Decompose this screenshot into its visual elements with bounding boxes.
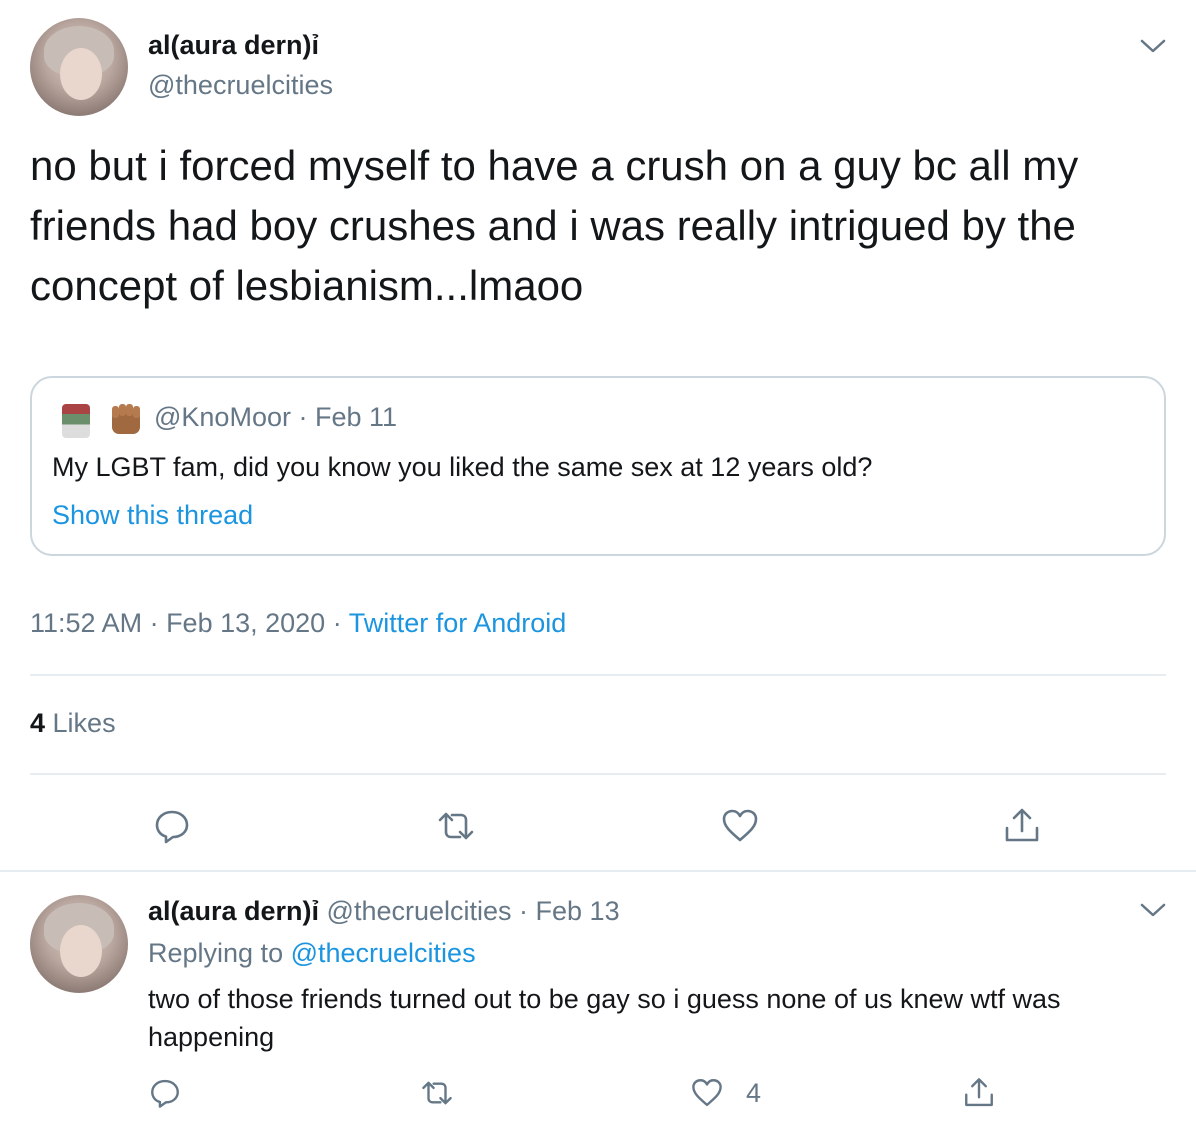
likes-number: 4: [30, 708, 46, 738]
author-display-name[interactable]: al(aura dern)ỉ: [148, 30, 319, 61]
source-link[interactable]: Twitter for Android: [349, 608, 567, 638]
raised-fist-icon: [112, 404, 140, 434]
replying-handle-link[interactable]: @thecruelcities: [291, 938, 476, 968]
divider: [0, 870, 1196, 872]
chevron-down-icon[interactable]: [1138, 36, 1168, 56]
reply-author-avatar[interactable]: [30, 895, 128, 993]
replying-to: Replying to @thecruelcities: [148, 938, 476, 969]
retweet-icon: [438, 812, 474, 840]
heart-icon: [692, 1079, 722, 1107]
like-button[interactable]: [690, 1076, 728, 1114]
quoted-author-avatar: [62, 404, 90, 438]
heart-icon: [722, 809, 758, 842]
retweet-icon: [422, 1081, 452, 1105]
share-icon: [965, 1078, 993, 1107]
share-button[interactable]: [962, 1076, 1000, 1114]
replying-prefix: Replying to: [148, 938, 291, 968]
author-handle[interactable]: @thecruelcities: [148, 70, 333, 101]
tweet-timestamp: 11:52 AM · Feb 13, 2020 · Twitter for An…: [30, 608, 566, 639]
likes-label: Likes: [45, 708, 116, 738]
retweet-button[interactable]: [434, 804, 478, 848]
reply-button[interactable]: [148, 1076, 186, 1114]
reply-text: two of those friends turned out to be ga…: [148, 984, 1061, 1052]
reply-icon: [151, 1079, 179, 1108]
reply-button[interactable]: [150, 804, 194, 848]
reply-display-name[interactable]: al(aura dern)ỉ: [148, 896, 319, 926]
divider: [30, 773, 1166, 775]
likes-count[interactable]: 4 Likes: [30, 708, 116, 739]
like-button[interactable]: [718, 804, 762, 848]
tweet-text: no but i forced myself to have a crush o…: [30, 142, 1079, 309]
share-button[interactable]: [1000, 804, 1044, 848]
reply-handle-date[interactable]: @thecruelcities · Feb 13: [319, 896, 620, 926]
time-date: 11:52 AM · Feb 13, 2020 ·: [30, 608, 349, 638]
quoted-tweet[interactable]: @KnoMoor · Feb 11 My LGBT fam, did you k…: [30, 376, 1166, 556]
quoted-text: My LGBT fam, did you know you liked the …: [52, 452, 873, 482]
divider: [30, 674, 1166, 676]
share-icon: [1005, 808, 1039, 842]
chevron-down-icon[interactable]: [1138, 900, 1168, 920]
show-thread-link[interactable]: Show this thread: [52, 500, 253, 531]
reply-like-count: 4: [746, 1078, 762, 1108]
author-avatar[interactable]: [30, 18, 128, 116]
quoted-handle-date[interactable]: @KnoMoor · Feb 11: [154, 402, 397, 433]
reply-icon: [155, 810, 189, 844]
retweet-button[interactable]: [420, 1076, 458, 1114]
reply-header: al(aura dern)ỉ @thecruelcities · Feb 13: [148, 896, 620, 927]
